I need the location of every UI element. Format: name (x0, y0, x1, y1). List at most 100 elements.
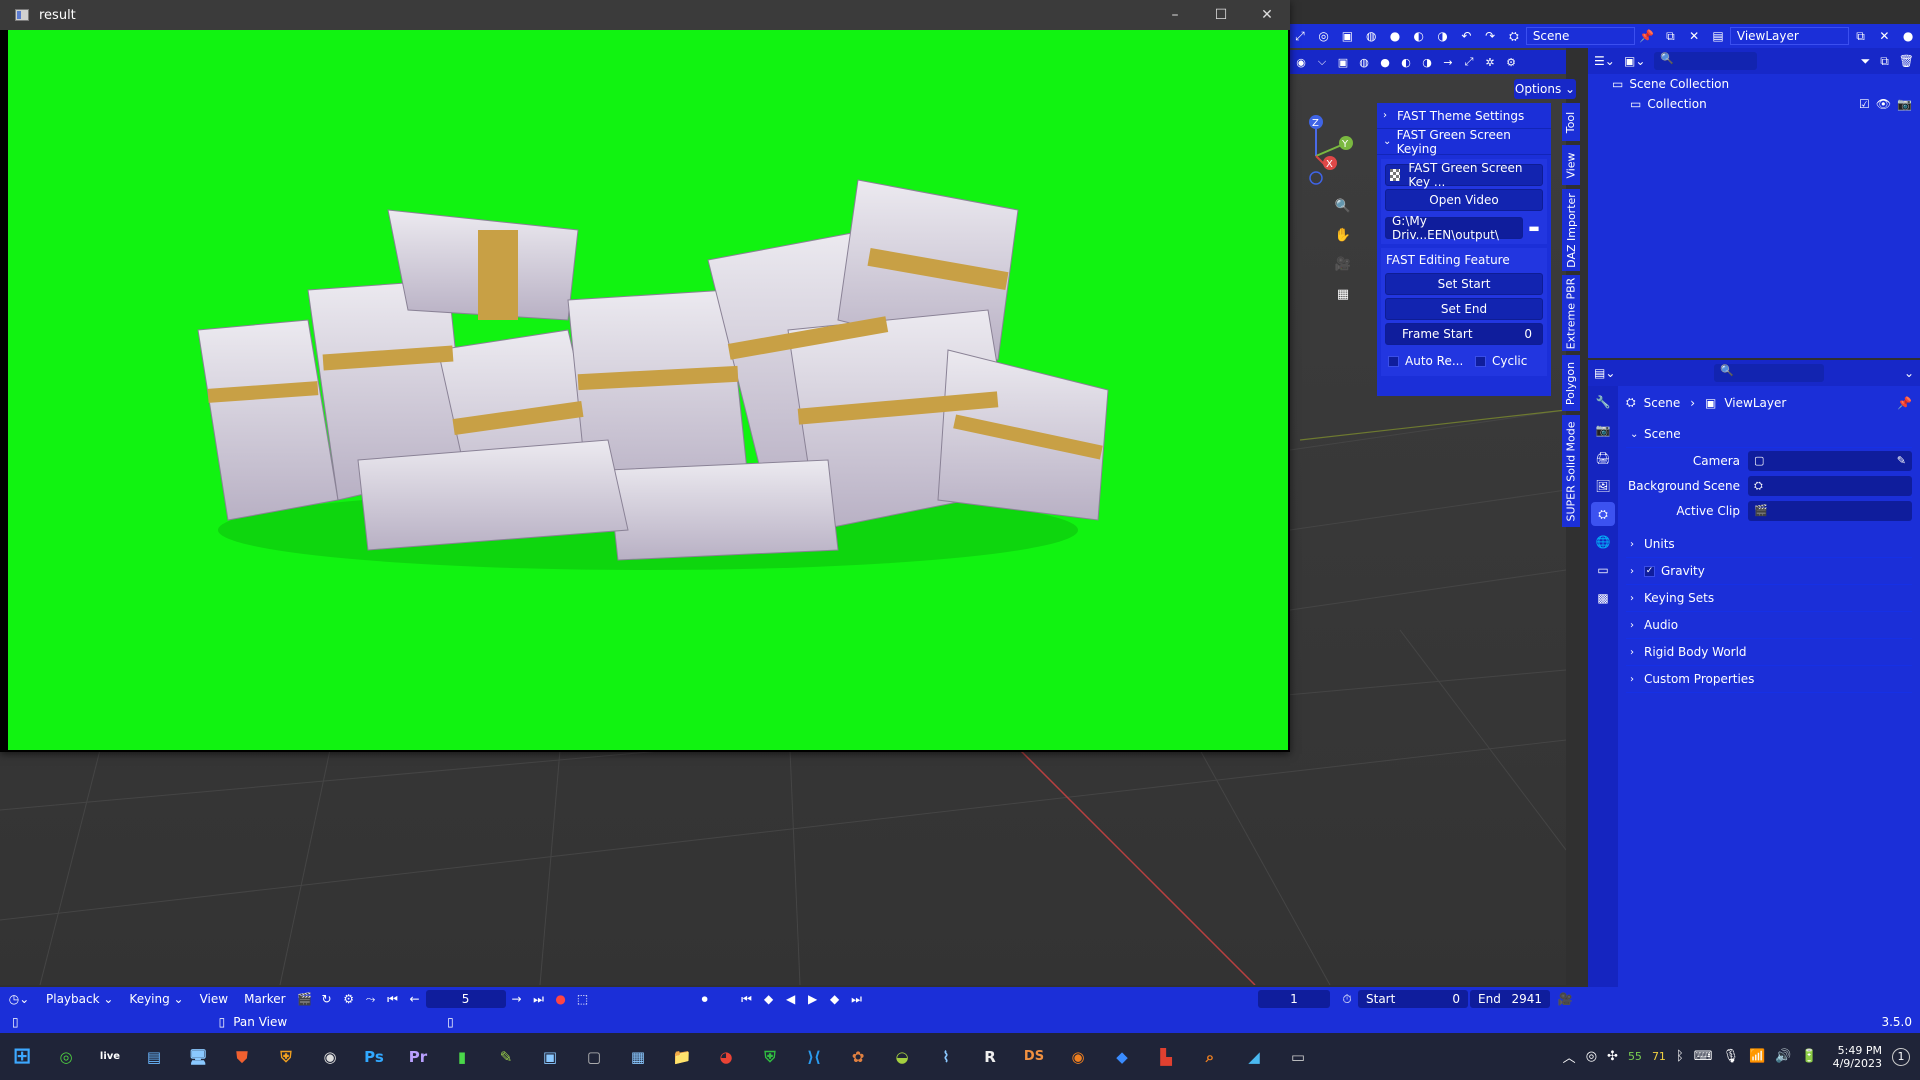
camera-marker-icon[interactable]: 🎥 (1554, 989, 1576, 1009)
app-search-icon[interactable]: ⌕ (1188, 1035, 1232, 1079)
tab-polygon[interactable]: Polygon (1562, 355, 1580, 411)
set-start-button[interactable]: Set Start (1385, 273, 1543, 295)
app-chart-icon[interactable]: ▮ (440, 1035, 484, 1079)
collection-tab-icon[interactable]: ▭ (1591, 558, 1615, 582)
camera-view-icon[interactable]: 🎥 (1331, 252, 1355, 276)
auto-key-icon[interactable]: ⏺ (694, 989, 716, 1009)
open-video-button[interactable]: Open Video (1385, 189, 1543, 211)
scene-panel-header[interactable]: ⌄ Scene (1626, 421, 1912, 448)
app-blank-icon[interactable]: ▢ (572, 1035, 616, 1079)
record-icon[interactable]: ● (1898, 26, 1918, 46)
material-icon[interactable]: ◐ (1397, 53, 1415, 71)
visibility-icon[interactable]: ◉ (1292, 53, 1310, 71)
frame-back-icon[interactable]: ← (404, 989, 426, 1009)
background-scene-field[interactable]: ⛭ (1748, 475, 1912, 496)
transform-icon[interactable]: ⤢ (1290, 26, 1310, 46)
gravity-checkbox[interactable]: ✓ (1644, 565, 1655, 577)
minimize-button[interactable]: – (1152, 0, 1198, 30)
overlay-icon[interactable]: ◎ (1314, 26, 1334, 46)
green-screen-panel-header[interactable]: ⌄ FAST Green Screen Keying (1377, 128, 1551, 156)
app-brave-icon[interactable]: ⛊ (220, 1035, 264, 1079)
app-terminal-icon[interactable]: ▭ (1276, 1035, 1320, 1079)
editor-type-icon[interactable]: ☰⌄ (1594, 54, 1624, 68)
play-icon[interactable]: ▶ (802, 989, 824, 1009)
tray-bluetooth-icon[interactable]: ᛒ (1671, 1049, 1689, 1064)
xray-toggle-icon[interactable]: ▣ (1334, 53, 1352, 71)
wire-icon[interactable]: ◍ (1355, 53, 1373, 71)
app-folder-icon[interactable]: 📁 (660, 1035, 704, 1079)
properties-editor-type-icon[interactable]: ▤⌄ (1594, 366, 1634, 380)
tray-keyboard-icon[interactable]: ⌨ (1689, 1049, 1718, 1064)
world-tab-icon[interactable]: 🌐 (1591, 530, 1615, 554)
redo-icon[interactable]: ↷ (1480, 26, 1500, 46)
app-defender-icon[interactable]: ⛨ (748, 1035, 792, 1079)
gizmo-icon[interactable]: ⌵ (1313, 53, 1331, 71)
app-monitor-icon[interactable]: ▣ (528, 1035, 572, 1079)
tray-microphone-icon[interactable]: 🎙 (1718, 1049, 1745, 1064)
app-shield-icon[interactable]: ⛨ (264, 1035, 308, 1079)
app-remote-desktop-icon[interactable]: 🖥 (176, 1035, 220, 1079)
keying-set-icon[interactable]: ⬚ (572, 989, 594, 1009)
end-frame-field[interactable]: End 2941 (1470, 990, 1550, 1008)
xray-icon[interactable]: ▣ (1338, 26, 1358, 46)
audio-panel-header[interactable]: › Audio (1626, 612, 1912, 639)
app-krita-icon[interactable]: ✿ (836, 1035, 880, 1079)
texture-tab-icon[interactable]: ▩ (1591, 586, 1615, 610)
pin-properties-icon[interactable]: 📌 (1897, 396, 1912, 410)
app-notes-icon[interactable]: ▤ (132, 1035, 176, 1079)
app-premiere-icon[interactable]: Pr (396, 1035, 440, 1079)
properties-search-input[interactable]: 🔍 (1713, 364, 1824, 382)
eye-icon[interactable]: 👁 (1876, 97, 1891, 111)
tray-battery-icon[interactable]: 🔋 (1796, 1049, 1822, 1064)
snap-icon[interactable]: ✲ (1481, 53, 1499, 71)
app-graph-icon[interactable]: ⌇ (924, 1035, 968, 1079)
notification-badge[interactable]: 1 (1892, 1047, 1910, 1066)
app-vscode-icon[interactable]: ⟩⟨ (792, 1035, 836, 1079)
frame-display-field[interactable]: 1 (1258, 990, 1330, 1008)
view-menu[interactable]: View (192, 992, 236, 1006)
exclude-checkbox-icon[interactable]: ☑ (1859, 97, 1870, 111)
rigid-body-panel-header[interactable]: › Rigid Body World (1626, 639, 1912, 666)
filter-icon[interactable]: ⏷ (1861, 54, 1871, 69)
app-photoshop-icon[interactable]: Ps (352, 1035, 396, 1079)
cyclic-checkbox[interactable] (1475, 355, 1486, 367)
output-tab-icon[interactable]: 🖨 (1591, 446, 1615, 470)
jump-first-icon[interactable]: ⏮ (736, 989, 758, 1009)
navigation-gizmo[interactable]: Z Y X (1290, 112, 1360, 188)
curve-icon[interactable]: ⤳ (360, 989, 382, 1009)
app-obs-icon[interactable]: ◉ (308, 1035, 352, 1079)
app-editor-icon[interactable]: ✎ (484, 1035, 528, 1079)
tray-nvidia-icon[interactable]: ✣ (1602, 1049, 1623, 1064)
pin-icon[interactable]: 📌 (1637, 26, 1657, 46)
gravity-panel-header[interactable]: › ✓ Gravity (1626, 558, 1912, 585)
app-android-icon[interactable]: ◒ (880, 1035, 924, 1079)
maximize-button[interactable]: ☐ (1198, 0, 1244, 30)
tab-daz-importer[interactable]: DAZ Importer (1562, 189, 1580, 271)
next-keyframe-icon[interactable]: ◆ (824, 989, 846, 1009)
rendered-icon[interactable]: ◑ (1418, 53, 1436, 71)
tab-tool[interactable]: Tool (1562, 103, 1580, 141)
tray-chevron-up-icon[interactable]: ︿ (1558, 1047, 1581, 1066)
result-titlebar[interactable]: result – ☐ ✕ (0, 0, 1290, 30)
solid-icon[interactable]: ● (1376, 53, 1394, 71)
set-end-button[interactable]: Set End (1385, 298, 1543, 320)
pan-hand-icon[interactable]: ✋ (1331, 223, 1355, 247)
view-layer-selector[interactable]: ViewLayer (1729, 27, 1849, 45)
close-scene-icon[interactable]: ✕ (1684, 26, 1704, 46)
app-files-icon[interactable]: ▦ (616, 1035, 660, 1079)
tray-steam-icon[interactable]: ◎ (1581, 1049, 1602, 1064)
wireframe-shading-icon[interactable]: ◍ (1361, 26, 1381, 46)
eyedropper-icon[interactable]: ✎ (1897, 454, 1906, 467)
folder-icon[interactable]: ▬ (1524, 221, 1544, 235)
render-tab-icon[interactable]: 📷 (1591, 418, 1615, 442)
delete-icon[interactable]: 🗑 (1899, 54, 1914, 68)
marker-menu[interactable]: Marker (236, 992, 293, 1006)
timeline-editor-icon[interactable]: ◷⌄ (8, 989, 30, 1009)
app-acrobat-icon[interactable]: ▙ (1144, 1035, 1188, 1079)
solid-shading-icon[interactable]: ● (1385, 26, 1405, 46)
settings-gear-icon[interactable]: ⚙ (1502, 53, 1520, 71)
record-keyframe-icon[interactable]: ● (550, 989, 572, 1009)
outliner-row-scene-collection[interactable]: ▭ Scene Collection (1588, 74, 1920, 94)
app-blender-green-icon[interactable]: ◎ (44, 1035, 88, 1079)
clock[interactable]: 5:49 PM 4/9/2023 (1833, 1044, 1882, 1070)
